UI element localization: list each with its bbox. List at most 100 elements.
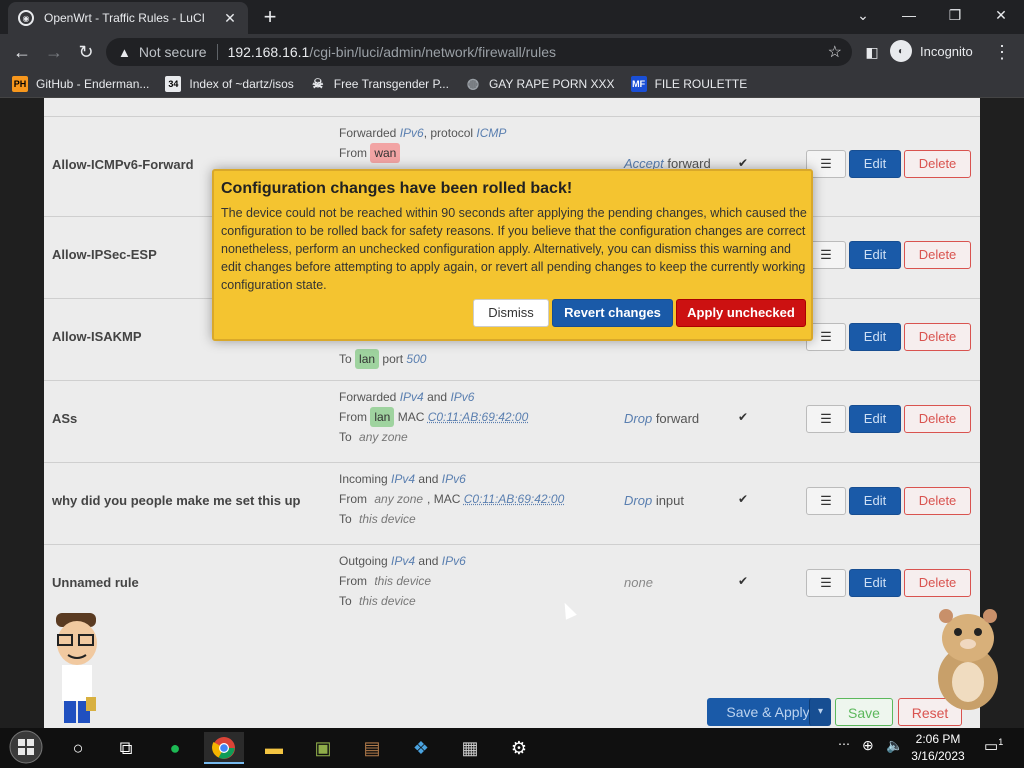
proto-link[interactable]: IPv6 <box>450 390 474 404</box>
system-clock[interactable]: 2:06 PM 3/16/2023 <box>906 731 970 765</box>
mac-link[interactable]: C0:11:AB:69:42:00 <box>464 492 565 506</box>
enable-checkbox[interactable]: ✔ <box>736 492 750 506</box>
globe-icon: ◍ <box>466 75 480 91</box>
drag-menu-button[interactable]: ☰ <box>806 569 846 597</box>
menu-kebab-icon[interactable]: ⋮ <box>990 40 1014 64</box>
bookmark-item[interactable]: ☠ Free Transgender P... <box>310 76 449 92</box>
browser-toolbar: ← → ↻ ▲ Not secure 192.168.16.1 /cgi-bin… <box>0 34 1024 70</box>
bookmark-item[interactable]: ◍ GAY RAPE PORN XXX <box>465 75 615 92</box>
proto-link[interactable]: IPv6 <box>400 126 424 140</box>
url-host: 192.168.16.1 <box>227 44 310 60</box>
address-bar[interactable]: ▲ Not secure 192.168.16.1 /cgi-bin/luci/… <box>106 38 852 66</box>
bookmark-label: Free Transgender P... <box>333 76 449 91</box>
enable-checkbox[interactable]: ✔ <box>736 156 750 170</box>
edit-button[interactable]: Edit <box>849 569 901 597</box>
game-app-icon[interactable]: ▤ <box>352 732 392 764</box>
cartoon-man-sticker <box>50 613 104 725</box>
zone-badge: lan <box>355 349 380 369</box>
rule-action: Drop input <box>624 493 684 508</box>
tab-search-icon[interactable]: ⌄ <box>840 4 886 26</box>
delete-button[interactable]: Delete <box>904 323 971 351</box>
delete-button[interactable]: Delete <box>904 241 971 269</box>
incognito-profile[interactable]: ◐ Incognito <box>890 40 973 62</box>
search-circle-icon[interactable]: ○ <box>58 732 98 764</box>
zone-badge: any zone <box>359 430 408 444</box>
start-button[interactable] <box>6 730 46 766</box>
rule-match: Outgoing IPv4 and IPv6 From this device … <box>339 551 466 611</box>
from-label: From <box>339 410 367 424</box>
proto-link[interactable]: IPv4 <box>400 390 424 404</box>
match-text: Outgoing <box>339 554 388 568</box>
edit-button[interactable]: Edit <box>849 150 901 178</box>
bookmark-item[interactable]: MF FILE ROULETTE <box>630 75 747 92</box>
notification-center-icon[interactable]: ▭1 <box>984 737 1003 755</box>
bookmark-item[interactable]: PH GitHub - Enderman... <box>12 75 150 92</box>
minimize-button[interactable]: — <box>886 4 932 26</box>
to-label: To <box>339 512 352 526</box>
back-arrow-icon[interactable]: ← <box>10 40 34 64</box>
tab-strip: ◉ OpenWrt - Traffic Rules - LuCI ✕ + ⌄ —… <box>0 0 1024 34</box>
bookmark-star-icon[interactable]: ☆ <box>828 42 842 62</box>
edit-button[interactable]: Edit <box>849 405 901 433</box>
proto-link[interactable]: ICMP <box>476 126 506 140</box>
rollback-alert-modal: Configuration changes have been rolled b… <box>212 169 813 341</box>
side-panel-icon[interactable]: ◧ <box>860 40 884 64</box>
new-tab-button[interactable]: + <box>258 6 282 28</box>
overflow-icon[interactable]: ⋯ <box>838 737 850 751</box>
apply-unchecked-button[interactable]: Apply unchecked <box>676 299 806 327</box>
close-window-button[interactable]: ✕ <box>978 4 1024 26</box>
rule-name: Allow-ISAKMP <box>52 329 142 344</box>
action-verb[interactable]: Drop <box>624 411 652 426</box>
action-verb[interactable]: Drop <box>624 493 652 508</box>
url-path: /cgi-bin/luci/admin/network/firewall/rul… <box>309 44 556 60</box>
proto-link[interactable]: IPv6 <box>442 472 466 486</box>
enable-checkbox[interactable]: ✔ <box>736 574 750 588</box>
action-target: forward <box>655 411 700 426</box>
network-globe-icon[interactable]: ⊕ <box>862 737 874 754</box>
mac-link[interactable]: C0:11:AB:69:42:00 <box>428 410 529 424</box>
chrome-app-icon[interactable] <box>204 732 244 764</box>
proto-link[interactable]: IPv4 <box>391 472 415 486</box>
settings-gear-icon[interactable]: ⚙ <box>499 732 539 764</box>
delete-button[interactable]: Delete <box>904 405 971 433</box>
restore-button[interactable]: ❐ <box>932 4 978 26</box>
task-view-icon[interactable]: ⧉ <box>106 732 146 764</box>
proto-link[interactable]: IPv6 <box>442 554 466 568</box>
edit-button[interactable]: Edit <box>849 241 901 269</box>
enable-checkbox[interactable]: ✔ <box>736 410 750 424</box>
forward-arrow-icon[interactable]: → <box>42 40 66 64</box>
rule-action: Drop forward <box>624 411 699 426</box>
save-apply-dropdown-icon[interactable]: ▾ <box>809 698 831 726</box>
table-row: ASs Forwarded IPv4 and IPv6 From lan MAC… <box>44 380 980 462</box>
dismiss-button[interactable]: Dismiss <box>473 299 549 327</box>
bookmark-label: GitHub - Enderman... <box>36 76 150 91</box>
bookmark-item[interactable]: 34 Index of ~dartz/isos <box>165 75 294 92</box>
app-icon[interactable]: ❖ <box>401 732 441 764</box>
edit-button[interactable]: Edit <box>849 487 901 515</box>
revert-changes-button[interactable]: Revert changes <box>552 299 673 327</box>
rule-name: Allow-ICMPv6-Forward <box>52 157 194 172</box>
drag-menu-button[interactable]: ☰ <box>806 487 846 515</box>
browser-tab[interactable]: ◉ OpenWrt - Traffic Rules - LuCI ✕ <box>8 2 248 34</box>
folder-index-icon: 34 <box>165 75 182 92</box>
drag-menu-button[interactable]: ☰ <box>806 405 846 433</box>
game-app-icon[interactable]: ▣ <box>303 732 343 764</box>
mac-label: MAC <box>397 410 425 424</box>
save-button[interactable]: Save <box>835 698 893 726</box>
delete-button[interactable]: Delete <box>904 487 971 515</box>
rule-name: Allow-IPSec-ESP <box>52 247 157 262</box>
divider <box>216 44 218 60</box>
mac-label: , MAC <box>427 492 461 506</box>
delete-button[interactable]: Delete <box>904 150 971 178</box>
delete-button[interactable]: Delete <box>904 569 971 597</box>
spotify-app-icon[interactable]: ● <box>155 732 195 764</box>
volume-icon[interactable]: 🔈 <box>886 737 903 754</box>
edit-button[interactable]: Edit <box>849 323 901 351</box>
reload-icon[interactable]: ↻ <box>74 40 98 64</box>
proto-link[interactable]: IPv4 <box>391 554 415 568</box>
file-explorer-icon[interactable]: ▬ <box>254 732 294 764</box>
app-icon[interactable]: ▦ <box>450 732 490 764</box>
close-tab-icon[interactable]: ✕ <box>222 10 238 27</box>
match-text: and <box>418 472 439 486</box>
from-label: From <box>339 492 367 506</box>
